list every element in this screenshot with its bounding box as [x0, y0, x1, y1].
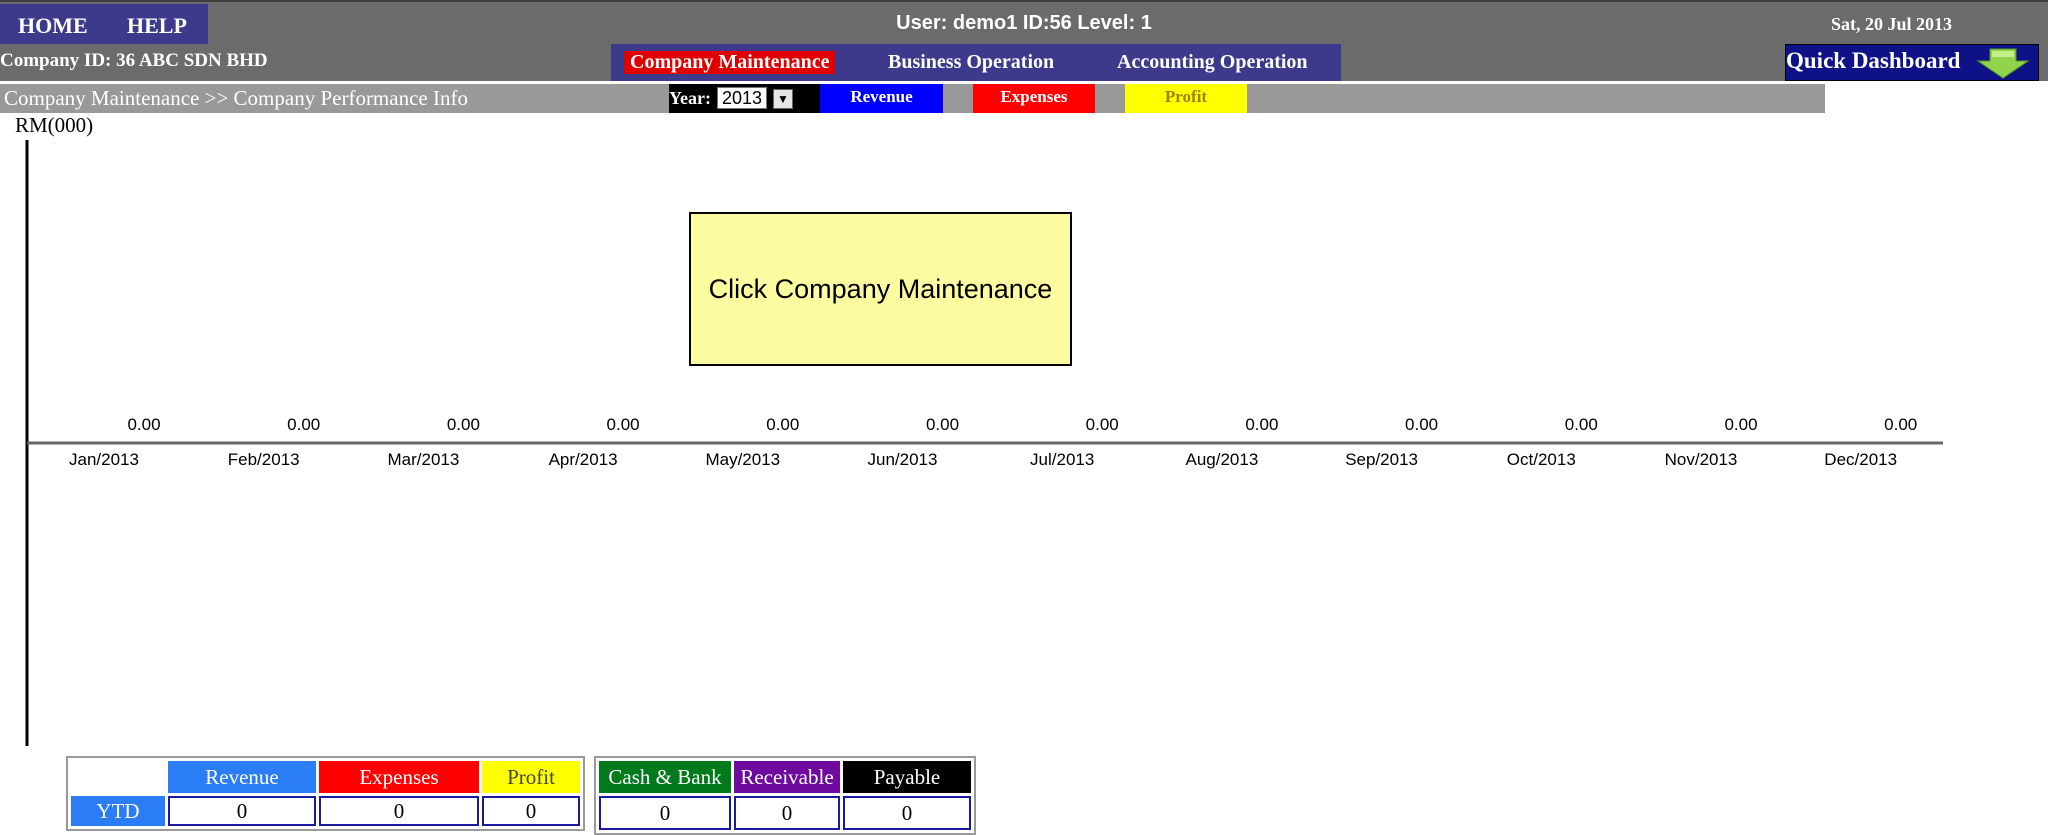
cash-header-payable: Payable	[843, 761, 971, 793]
cash-bank-value: 0	[599, 796, 731, 830]
x-tick-label: Mar/2013	[387, 450, 459, 469]
ytd-header-profit: Profit	[482, 761, 580, 793]
value-label: 0.00	[1405, 415, 1438, 434]
x-tick-label: Dec/2013	[1824, 450, 1897, 469]
ytd-revenue-value: 0	[168, 796, 316, 826]
hint-box: Click Company Maintenance	[689, 212, 1072, 366]
x-tick-label: Jun/2013	[868, 450, 938, 469]
value-label: 0.00	[1565, 415, 1598, 434]
x-tick-label: Sep/2013	[1345, 450, 1418, 469]
value-label: 0.00	[926, 415, 959, 434]
empty-header-cell	[71, 761, 165, 793]
x-tick-label: Aug/2013	[1186, 450, 1259, 469]
x-tick-label: Nov/2013	[1665, 450, 1738, 469]
x-tick-label: Jul/2013	[1030, 450, 1094, 469]
ytd-header-revenue: Revenue	[168, 761, 316, 793]
ytd-table: Revenue Expenses Profit YTD 0 0 0	[66, 756, 585, 831]
ytd-header-row: Revenue Expenses Profit	[71, 761, 580, 793]
x-tick-label: Apr/2013	[549, 450, 618, 469]
value-label: 0.00	[447, 415, 480, 434]
ytd-row: YTD 0 0 0	[71, 796, 580, 826]
payable-value: 0	[843, 796, 971, 830]
cash-header-cash-bank: Cash & Bank	[599, 761, 731, 793]
cash-header-row: Cash & Bank Receivable Payable	[599, 761, 971, 793]
receivable-value: 0	[734, 796, 840, 830]
ytd-profit-value: 0	[482, 796, 580, 826]
value-label: 0.00	[607, 415, 640, 434]
value-label: 0.00	[1724, 415, 1757, 434]
performance-chart: 0.00 Jan/2013 0.00 Feb/2013 0.00 Mar/2013 0.00…	[25, 140, 1943, 746]
value-label: 0.00	[287, 415, 320, 434]
cash-header-receivable: Receivable	[734, 761, 840, 793]
cash-table: Cash & Bank Receivable Payable 0 0 0	[594, 756, 976, 835]
value-label: 0.00	[1245, 415, 1278, 434]
value-label: 0.00	[766, 415, 799, 434]
value-label: 0.00	[1086, 415, 1119, 434]
x-tick-label: Oct/2013	[1507, 450, 1576, 469]
x-tick-label: Feb/2013	[228, 450, 300, 469]
value-label: 0.00	[127, 415, 160, 434]
ytd-row-label: YTD	[71, 796, 165, 826]
cash-row: 0 0 0	[599, 796, 971, 830]
value-label: 0.00	[1884, 415, 1917, 434]
x-tick-label: Jan/2013	[69, 450, 139, 469]
ytd-header-expenses: Expenses	[319, 761, 479, 793]
x-tick-label: May/2013	[705, 450, 780, 469]
ytd-expenses-value: 0	[319, 796, 479, 826]
